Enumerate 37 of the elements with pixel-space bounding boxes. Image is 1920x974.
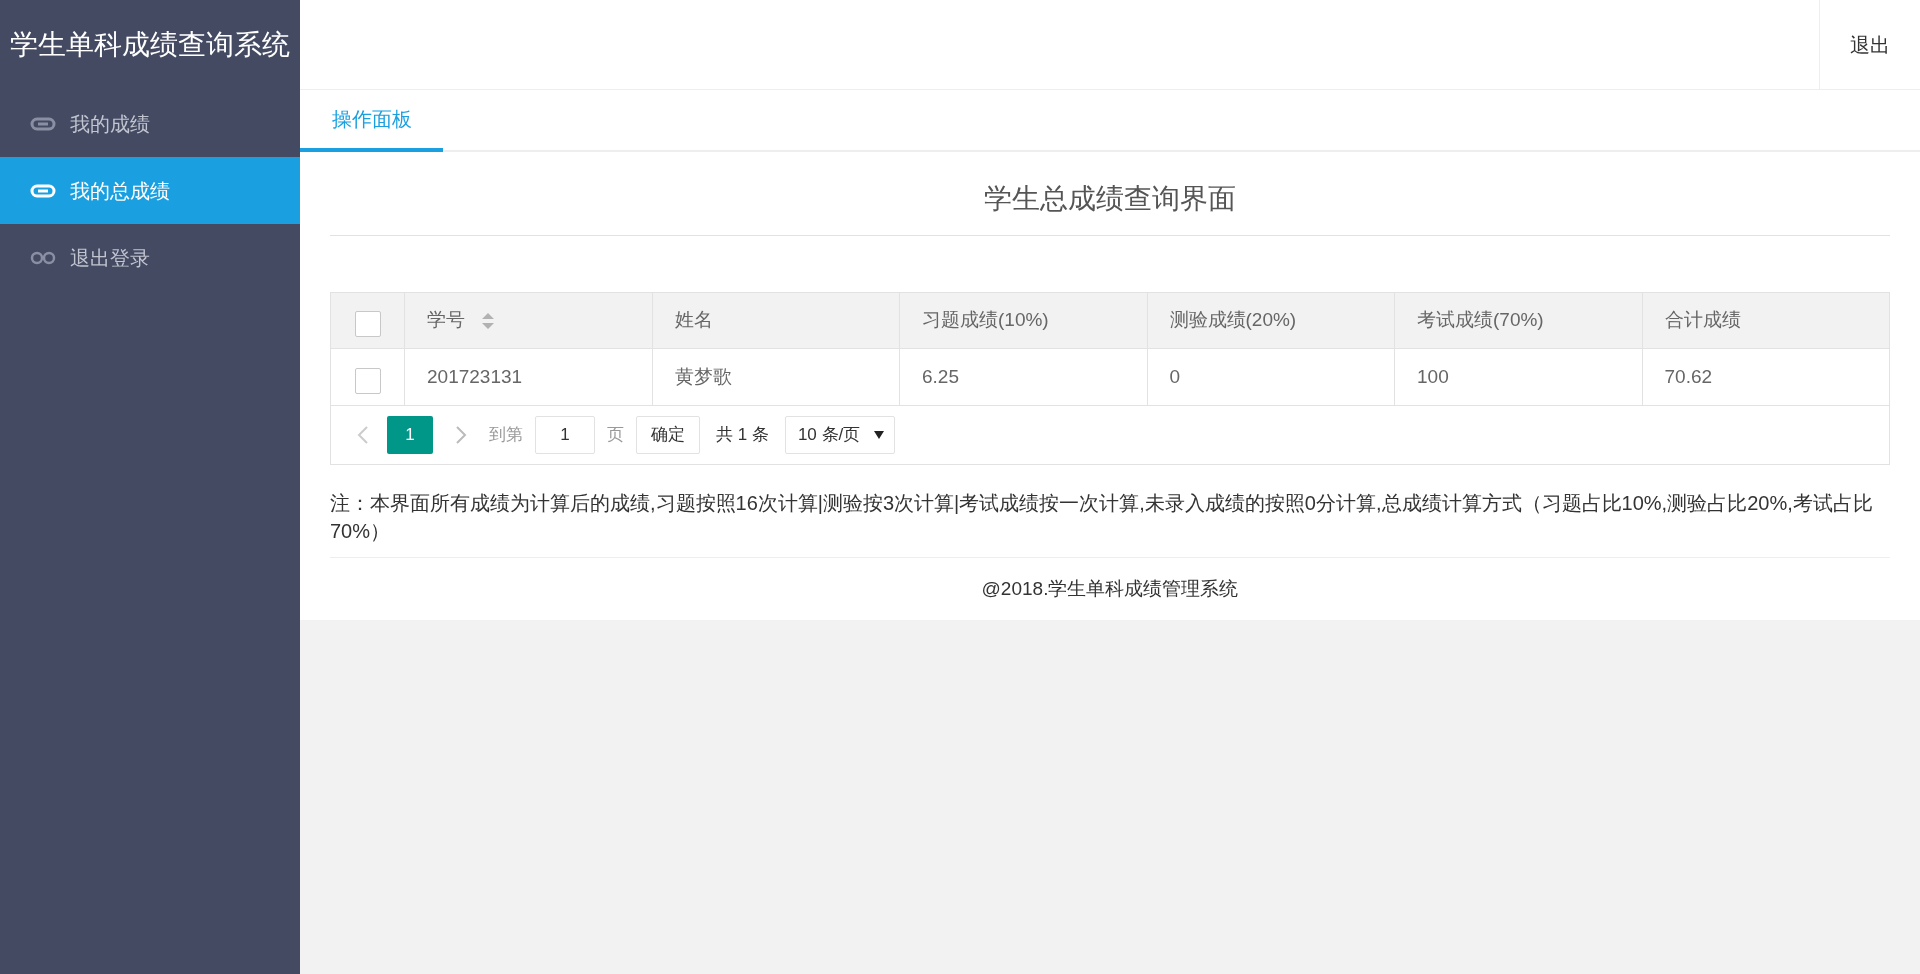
sidebar-item[interactable]: 我的总成绩 <box>0 157 300 224</box>
sidebar-item[interactable]: 我的成绩 <box>0 90 300 157</box>
goto-label: 到第 <box>489 424 523 447</box>
app-title: 学生单科成绩查询系统 <box>10 28 290 62</box>
dropdown-icon <box>874 431 885 439</box>
page-title: 学生总成绩查询界面 <box>984 181 1236 216</box>
next-page-icon[interactable] <box>455 425 467 445</box>
column-header: 学号 <box>405 293 653 348</box>
checkbox[interactable] <box>354 368 381 394</box>
checkbox[interactable] <box>354 310 381 337</box>
prev-page-icon[interactable] <box>357 425 369 445</box>
page-input[interactable]: 1 <box>535 416 595 454</box>
column-header: 姓名 <box>652 293 900 348</box>
footer-text: @2018.学生单科成绩管理系统 <box>981 576 1239 601</box>
sort-icon[interactable] <box>481 311 495 330</box>
table-cell: 0 <box>1147 349 1395 405</box>
link-icon <box>30 183 56 198</box>
logout-button[interactable]: 退出 <box>1819 0 1920 89</box>
note-text: 注：本界面所有成绩为计算后的成绩,习题按照16次计算|测验按3次计算|考试成绩按一次计算,未录入成绩的按照0分计算,总成绩计算方式（习题占比10%,测验占比20%,考试占比70%） <box>330 489 1890 558</box>
link-icon <box>30 116 56 131</box>
sidebar-item[interactable]: 退出登录 <box>0 224 300 291</box>
column-header: 合计成绩 <box>1663 308 1742 333</box>
unlink-icon <box>30 250 56 265</box>
table-cell: 201723131 <box>405 349 653 405</box>
table-cell: 100 <box>1395 349 1643 405</box>
confirm-button[interactable]: 确定 <box>636 416 700 454</box>
column-header: 测验成绩(20%) <box>1147 293 1395 348</box>
page-number[interactable]: 1 <box>387 416 433 454</box>
total-count: 共 1 条 <box>715 424 770 447</box>
column-header: 习题成绩(10%) <box>900 293 1148 348</box>
tab[interactable]: 操作面板 <box>300 90 443 152</box>
page-size-select[interactable]: 10 条/页 <box>784 416 896 454</box>
table-cell-text: 70.62 <box>1663 364 1714 389</box>
column-header: 考试成绩(70%) <box>1395 293 1643 348</box>
page-unit: 页 <box>607 424 624 447</box>
table-cell: 黄梦歌 <box>652 349 900 405</box>
table-cell: 6.25 <box>900 349 1148 405</box>
